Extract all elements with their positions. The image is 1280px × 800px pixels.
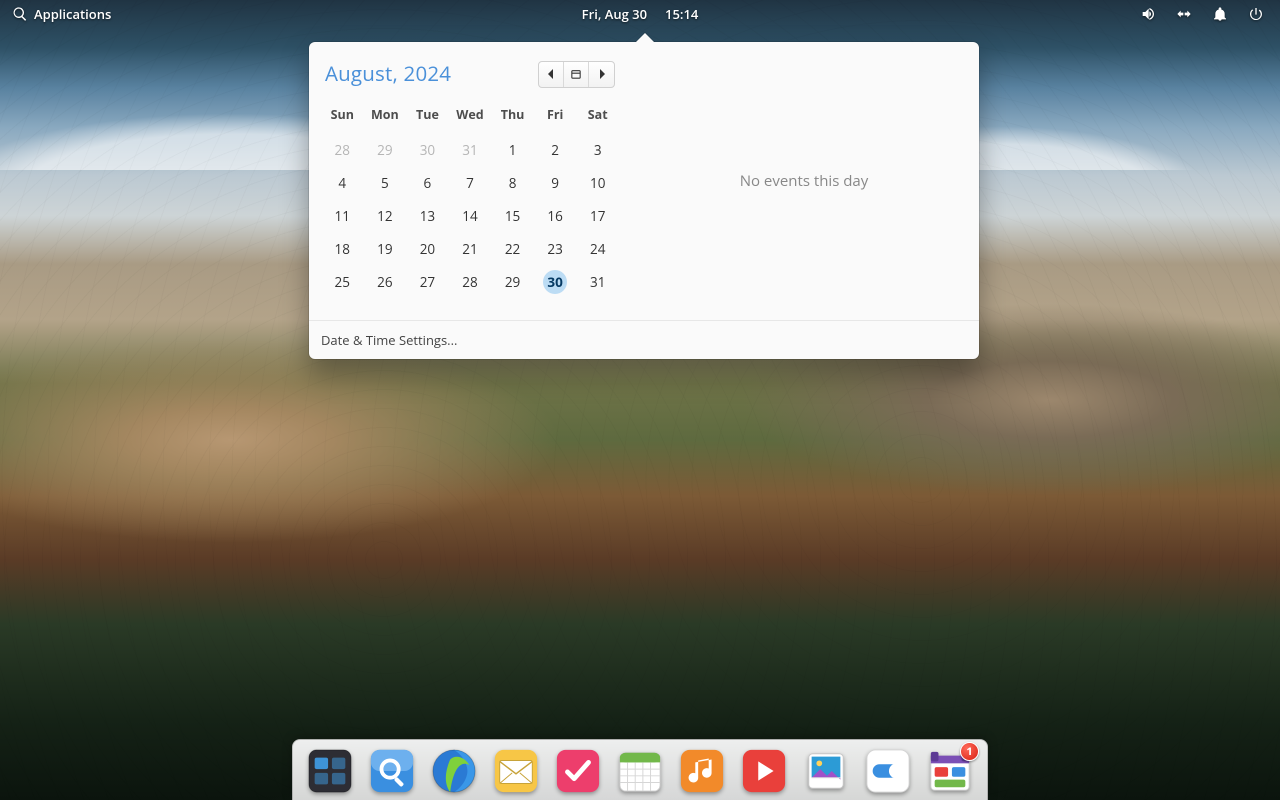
calendar-day[interactable]: 12 — [364, 199, 407, 232]
month-label: August, 2024 — [325, 60, 451, 88]
weekday-header: Tue — [406, 102, 449, 133]
weekday-header: Fri — [534, 102, 577, 133]
calendar-day[interactable]: 1 — [491, 133, 534, 166]
calendar-day[interactable]: 29 — [364, 133, 407, 166]
calendar-day[interactable]: 24 — [576, 232, 619, 265]
power-icon — [1248, 6, 1264, 22]
calendar-day[interactable]: 7 — [449, 166, 492, 199]
calendar-day[interactable]: 25 — [321, 265, 364, 298]
calendar-day[interactable]: 19 — [364, 232, 407, 265]
calendar-day[interactable]: 16 — [534, 199, 577, 232]
time-label: 15:14 — [665, 5, 698, 23]
notifications-indicator[interactable] — [1208, 2, 1232, 26]
dock-item-photos[interactable] — [803, 748, 849, 794]
events-pane: No events this day — [629, 42, 979, 320]
calendar-day[interactable]: 14 — [449, 199, 492, 232]
play-icon — [741, 748, 787, 794]
globe-icon — [431, 748, 477, 794]
calendar-day[interactable]: 23 — [534, 232, 577, 265]
dock-item-videos[interactable] — [741, 748, 787, 794]
bell-icon — [1212, 6, 1228, 22]
calendar-day[interactable]: 17 — [576, 199, 619, 232]
multitasking-view-icon — [307, 748, 353, 794]
calendar-day[interactable]: 21 — [449, 232, 492, 265]
calendar-day[interactable]: 31 — [576, 265, 619, 298]
dock-item-web-browser[interactable] — [431, 748, 477, 794]
calendar-day[interactable]: 30 — [406, 133, 449, 166]
checkmark-icon — [555, 748, 601, 794]
clock-widget[interactable]: Fri, Aug 30 15:14 — [582, 5, 699, 23]
calendar-day[interactable]: 18 — [321, 232, 364, 265]
calendar-day[interactable]: 5 — [364, 166, 407, 199]
previous-month-button[interactable] — [539, 62, 564, 87]
calendar-pane: August, 2024 SunMonTueWedThuFriSat282930… — [309, 42, 629, 320]
applications-menu[interactable]: Applications — [12, 5, 111, 23]
sound-indicator[interactable] — [1136, 2, 1160, 26]
calendar-day[interactable]: 29 — [491, 265, 534, 298]
calendar-app-icon — [617, 748, 663, 794]
calendar-day[interactable]: 15 — [491, 199, 534, 232]
network-indicator[interactable] — [1172, 2, 1196, 26]
dock-item-tasks[interactable] — [555, 748, 601, 794]
weekday-header: Sat — [576, 102, 619, 133]
search-icon — [12, 6, 28, 22]
calendar-day[interactable]: 31 — [449, 133, 492, 166]
calendar-day[interactable]: 27 — [406, 265, 449, 298]
envelope-icon — [493, 748, 539, 794]
calendar-popover: August, 2024 SunMonTueWedThuFriSat282930… — [309, 42, 979, 359]
date-label: Fri, Aug 30 — [582, 5, 647, 23]
music-note-icon — [679, 748, 725, 794]
dock-item-calendar[interactable] — [617, 748, 663, 794]
photos-icon — [803, 748, 849, 794]
calendar-day[interactable]: 28 — [449, 265, 492, 298]
calendar-day[interactable]: 26 — [364, 265, 407, 298]
calendar-day[interactable]: 4 — [321, 166, 364, 199]
calendar-day[interactable]: 20 — [406, 232, 449, 265]
dock-item-system-settings[interactable] — [865, 748, 911, 794]
events-empty-label: No events this day — [740, 171, 869, 191]
next-month-button[interactable] — [589, 62, 614, 87]
session-indicator[interactable] — [1244, 2, 1268, 26]
calendar-day[interactable]: 8 — [491, 166, 534, 199]
chevron-right-icon — [597, 69, 607, 79]
dock: 1 — [292, 739, 988, 800]
datetime-settings-link[interactable]: Date & Time Settings... — [309, 320, 979, 359]
calendar-grid: SunMonTueWedThuFriSat2829303112345678910… — [321, 102, 619, 298]
today-button[interactable] — [564, 62, 589, 87]
weekday-header: Sun — [321, 102, 364, 133]
applications-label: Applications — [34, 5, 111, 23]
calendar-day[interactable]: 6 — [406, 166, 449, 199]
dock-item-appcenter[interactable]: 1 — [927, 748, 973, 794]
weekday-header: Wed — [449, 102, 492, 133]
top-panel: Applications Fri, Aug 30 15:14 — [0, 0, 1280, 28]
calendar-day[interactable]: 3 — [576, 133, 619, 166]
calendar-day[interactable]: 13 — [406, 199, 449, 232]
dock-item-music[interactable] — [679, 748, 725, 794]
calendar-day[interactable]: 22 — [491, 232, 534, 265]
calendar-day[interactable]: 28 — [321, 133, 364, 166]
calendar-day[interactable]: 30 — [534, 265, 577, 298]
calendar-nav — [538, 61, 615, 88]
calendar-day[interactable]: 10 — [576, 166, 619, 199]
calendar-day[interactable]: 9 — [534, 166, 577, 199]
dock-item-multitasking-view[interactable] — [307, 748, 353, 794]
dock-item-files[interactable] — [369, 748, 415, 794]
calendar-day[interactable]: 11 — [321, 199, 364, 232]
volume-icon — [1140, 6, 1156, 22]
network-icon — [1176, 6, 1192, 22]
chevron-left-icon — [546, 69, 556, 79]
weekday-header: Mon — [364, 102, 407, 133]
update-badge: 1 — [960, 742, 979, 761]
weekday-header: Thu — [491, 102, 534, 133]
calendar-day[interactable]: 2 — [534, 133, 577, 166]
toggle-switch-icon — [865, 748, 911, 794]
calendar-icon — [571, 69, 581, 79]
search-files-icon — [369, 748, 415, 794]
dock-item-mail[interactable] — [493, 748, 539, 794]
